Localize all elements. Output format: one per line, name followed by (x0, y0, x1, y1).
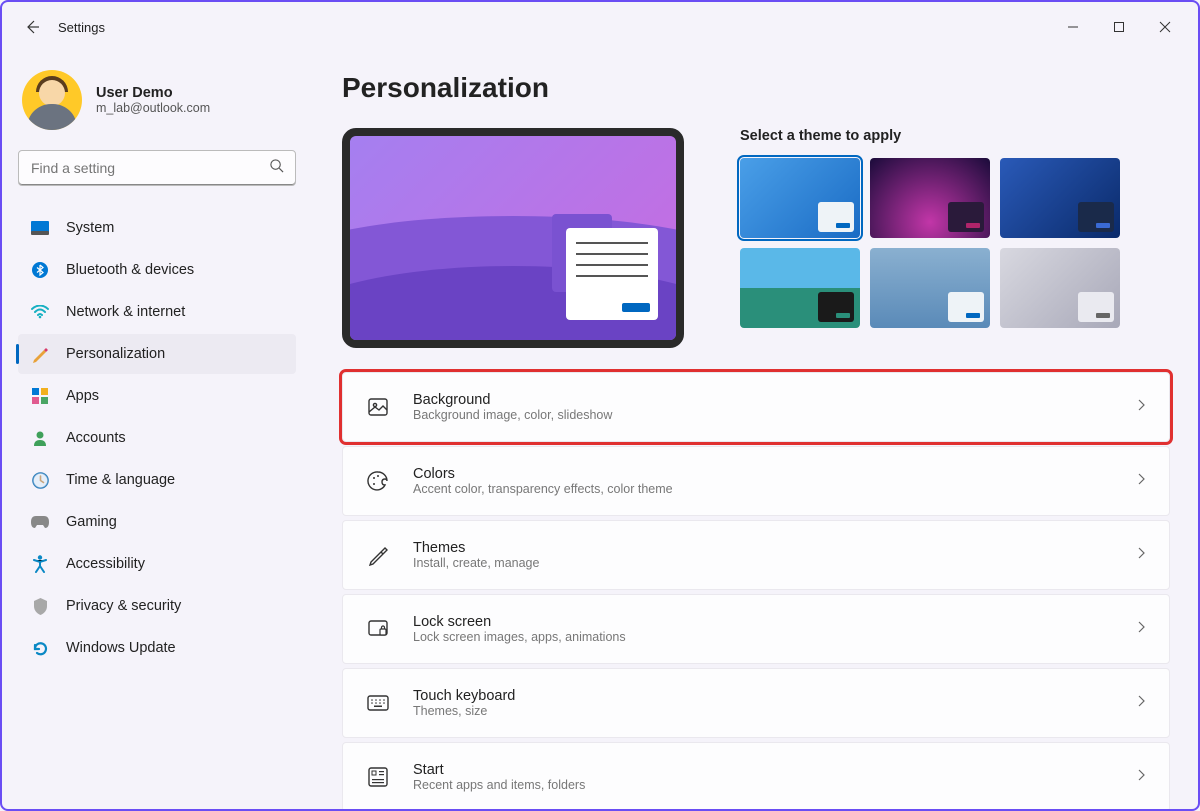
nav-bluetooth[interactable]: Bluetooth & devices (18, 250, 296, 290)
nav-label: System (66, 220, 114, 236)
chevron-right-icon (1135, 768, 1147, 786)
item-sub: Lock screen images, apps, animations (413, 630, 1135, 644)
search-container (18, 150, 296, 186)
theme-option-6[interactable] (1000, 248, 1120, 328)
apps-icon (30, 386, 50, 406)
close-button[interactable] (1142, 7, 1188, 47)
nav-system[interactable]: System (18, 208, 296, 248)
theme-option-3[interactable] (1000, 158, 1120, 238)
theme-option-2[interactable] (870, 158, 990, 238)
page-title: Personalization (342, 72, 1170, 104)
item-title: Background (413, 392, 1135, 408)
nav-label: Bluetooth & devices (66, 262, 194, 278)
bluetooth-icon (30, 260, 50, 280)
personalization-icon (30, 344, 50, 364)
nav-label: Personalization (66, 346, 165, 362)
palette-icon (365, 468, 391, 494)
chevron-right-icon (1135, 546, 1147, 564)
item-title: Lock screen (413, 614, 1135, 630)
search-icon (269, 158, 284, 178)
settings-item-themes[interactable]: ThemesInstall, create, manage (342, 520, 1170, 590)
main-content: Personalization Select a theme to apply (312, 52, 1198, 809)
user-email: m_lab@outlook.com (96, 101, 210, 115)
theme-option-5[interactable] (870, 248, 990, 328)
sidebar: User Demo m_lab@outlook.com System Bluet… (2, 52, 312, 809)
theme-option-1[interactable] (740, 158, 860, 238)
nav-accounts[interactable]: Accounts (18, 418, 296, 458)
wifi-icon (30, 302, 50, 322)
nav-label: Network & internet (66, 304, 185, 320)
theme-option-4[interactable] (740, 248, 860, 328)
nav-label: Privacy & security (66, 598, 181, 614)
nav-windows-update[interactable]: Windows Update (18, 628, 296, 668)
accessibility-icon (30, 554, 50, 574)
nav-accessibility[interactable]: Accessibility (18, 544, 296, 584)
desktop-preview (342, 128, 684, 348)
lock-screen-icon (365, 616, 391, 642)
nav-label: Gaming (66, 514, 117, 530)
nav-label: Time & language (66, 472, 175, 488)
time-icon (30, 470, 50, 490)
item-sub: Install, create, manage (413, 556, 1135, 570)
accounts-icon (30, 428, 50, 448)
settings-list: BackgroundBackground image, color, slide… (342, 372, 1170, 809)
settings-item-colors[interactable]: ColorsAccent color, transparency effects… (342, 446, 1170, 516)
system-icon (30, 218, 50, 238)
minimize-button[interactable] (1050, 7, 1096, 47)
nav-personalization[interactable]: Personalization (18, 334, 296, 374)
window-controls (1050, 7, 1188, 47)
user-name: User Demo (96, 85, 210, 101)
chevron-right-icon (1135, 694, 1147, 712)
nav-privacy[interactable]: Privacy & security (18, 586, 296, 626)
item-title: Start (413, 762, 1135, 778)
picture-icon (365, 394, 391, 420)
user-profile[interactable]: User Demo m_lab@outlook.com (22, 70, 296, 130)
update-icon (30, 638, 50, 658)
themes-heading: Select a theme to apply (740, 128, 1170, 144)
item-title: Colors (413, 466, 1135, 482)
shield-icon (30, 596, 50, 616)
start-icon (365, 764, 391, 790)
item-sub: Themes, size (413, 704, 1135, 718)
nav-label: Windows Update (66, 640, 176, 656)
avatar (22, 70, 82, 130)
window-title: Settings (58, 20, 105, 35)
settings-item-touch-keyboard[interactable]: Touch keyboardThemes, size (342, 668, 1170, 738)
item-title: Themes (413, 540, 1135, 556)
settings-item-background[interactable]: BackgroundBackground image, color, slide… (342, 372, 1170, 442)
search-input[interactable] (18, 150, 296, 186)
nav-time-language[interactable]: Time & language (18, 460, 296, 500)
chevron-right-icon (1135, 472, 1147, 490)
nav-gaming[interactable]: Gaming (18, 502, 296, 542)
nav-network[interactable]: Network & internet (18, 292, 296, 332)
item-title: Touch keyboard (413, 688, 1135, 704)
nav-apps[interactable]: Apps (18, 376, 296, 416)
theme-grid (740, 158, 1120, 328)
settings-item-lock-screen[interactable]: Lock screenLock screen images, apps, ani… (342, 594, 1170, 664)
chevron-right-icon (1135, 398, 1147, 416)
nav-label: Apps (66, 388, 99, 404)
settings-item-start[interactable]: StartRecent apps and items, folders (342, 742, 1170, 809)
brush-icon (365, 542, 391, 568)
titlebar: Settings (2, 2, 1198, 52)
item-sub: Accent color, transparency effects, colo… (413, 482, 1135, 496)
gaming-icon (30, 512, 50, 532)
item-sub: Recent apps and items, folders (413, 778, 1135, 792)
maximize-button[interactable] (1096, 7, 1142, 47)
chevron-right-icon (1135, 620, 1147, 638)
item-sub: Background image, color, slideshow (413, 408, 1135, 422)
keyboard-icon (365, 690, 391, 716)
nav-list: System Bluetooth & devices Network & int… (18, 208, 296, 668)
nav-label: Accessibility (66, 556, 145, 572)
back-button[interactable] (12, 7, 52, 47)
nav-label: Accounts (66, 430, 126, 446)
